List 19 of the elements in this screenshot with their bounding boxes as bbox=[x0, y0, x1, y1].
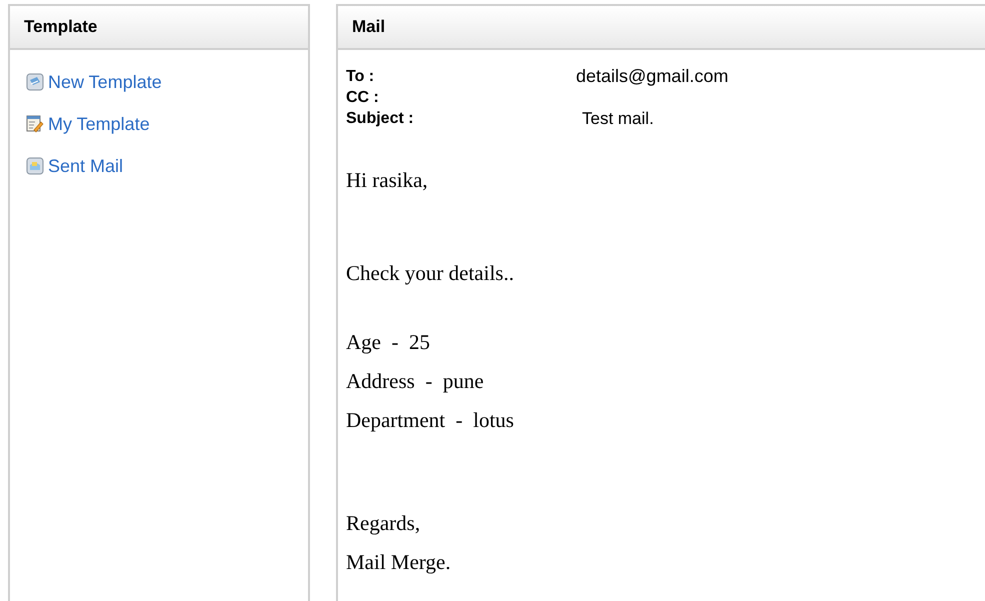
panel-title: Mail bbox=[352, 16, 386, 38]
field-value: details@gmail.com bbox=[576, 65, 728, 88]
field-label: Subject : bbox=[346, 108, 415, 128]
mail-folder-icon bbox=[26, 157, 44, 175]
message-line: Mail Merge. bbox=[346, 549, 451, 576]
field-label: CC : bbox=[346, 88, 380, 108]
message-line: Hi rasika, bbox=[346, 167, 428, 194]
field-label: To : bbox=[346, 66, 376, 86]
edit-page-icon bbox=[26, 115, 44, 133]
message-line: Address - pune bbox=[346, 368, 484, 395]
field-value: Test mail. bbox=[581, 108, 654, 130]
message-line: Check your details.. bbox=[346, 260, 514, 287]
template-link[interactable]: My Template bbox=[26, 112, 308, 136]
message-line: Department - lotus bbox=[346, 407, 514, 434]
message-line: Regards, bbox=[346, 510, 420, 537]
template-link[interactable]: New Template bbox=[26, 70, 308, 94]
template-link[interactable]: Sent Mail bbox=[26, 154, 308, 178]
panel-title: Template bbox=[24, 16, 98, 38]
message-line: Age - 25 bbox=[346, 329, 430, 356]
